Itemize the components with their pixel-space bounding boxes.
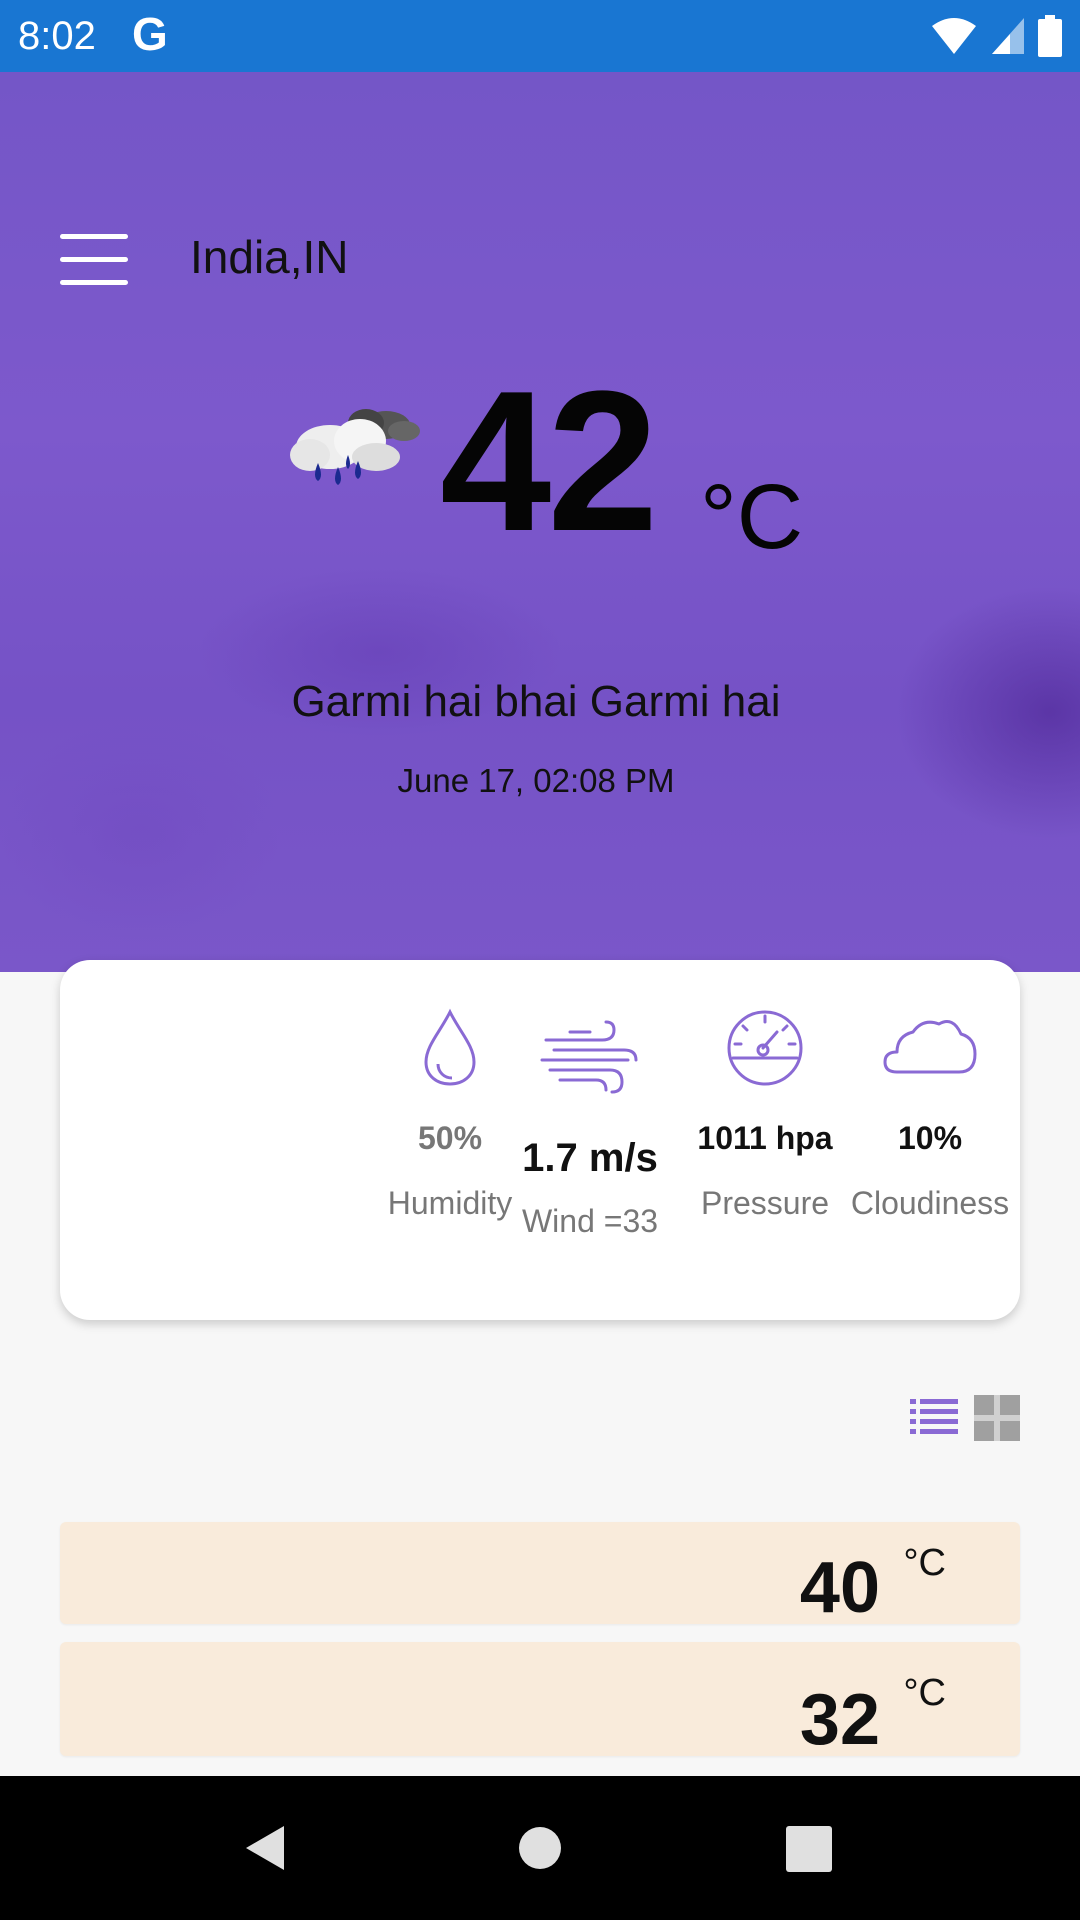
cloudiness-stat: 10% Cloudiness	[850, 1008, 1010, 1222]
cloud-icon	[883, 1020, 977, 1074]
cloudiness-value: 10%	[897, 1120, 963, 1156]
signal-icon	[992, 18, 1024, 54]
forecast-row[interactable]: 32 °C	[60, 1642, 1020, 1756]
current-temperature: 42	[440, 350, 658, 573]
droplet-icon	[424, 1008, 476, 1086]
wind-stat: 1.7 m/s Wind =33	[520, 1020, 660, 1240]
hamburger-menu-icon	[60, 257, 128, 262]
wind-label: Wind =33	[521, 1203, 659, 1239]
rain-cloud-icon	[290, 409, 420, 485]
forecast-unit: °C	[903, 1672, 946, 1714]
pressure-label: Pressure	[700, 1185, 830, 1221]
wind-icon	[540, 1020, 638, 1094]
recents-icon[interactable]	[786, 1826, 832, 1872]
humidity-stat: 50% Humidity	[380, 1008, 520, 1222]
back-icon[interactable]	[240, 1822, 292, 1874]
status-bar: 8:02 G	[0, 0, 1080, 72]
pressure-value: 1011 hpa	[697, 1120, 833, 1156]
status-icons	[930, 14, 1062, 58]
hamburger-menu-icon	[60, 280, 128, 285]
list-view-icon[interactable]	[910, 1395, 958, 1437]
weather-datetime: June 17, 02:08 PM	[397, 762, 675, 799]
google-app-icon: G	[132, 8, 168, 60]
pressure-stat: 1011 hpa Pressure	[690, 1008, 840, 1222]
cloudiness-label: Cloudiness	[850, 1185, 1010, 1221]
current-weather-hero: India,IN 42 °C Garmi hai bhai Garmi hai …	[0, 72, 1080, 972]
navigation-bar	[0, 1776, 1080, 1920]
forecast-temperature: 40	[799, 1548, 880, 1624]
humidity-label: Humidity	[387, 1185, 513, 1221]
gauge-icon	[727, 1010, 803, 1086]
location-label[interactable]: India,IN	[190, 222, 349, 292]
wind-value: 1.7 m/s	[522, 1136, 658, 1180]
forecast-temperature: 32	[799, 1680, 880, 1756]
humidity-value: 50%	[417, 1120, 483, 1156]
forecast-unit: °C	[903, 1542, 946, 1584]
weather-stats-card: 50% Humidity 1.7 m/s Wind =33 1011 hpa P…	[60, 960, 1020, 1320]
home-icon[interactable]	[518, 1826, 562, 1870]
wifi-icon	[932, 18, 976, 54]
weather-description: Garmi hai bhai Garmi hai	[291, 677, 781, 726]
forecast-row[interactable]: 40 °C	[60, 1522, 1020, 1624]
menu-button[interactable]	[58, 230, 130, 290]
temperature-unit: °C	[700, 466, 804, 568]
grid-view-icon[interactable]	[974, 1395, 1020, 1441]
hamburger-menu-icon	[60, 234, 128, 239]
status-time: 8:02	[18, 14, 96, 58]
battery-icon	[1038, 15, 1062, 57]
